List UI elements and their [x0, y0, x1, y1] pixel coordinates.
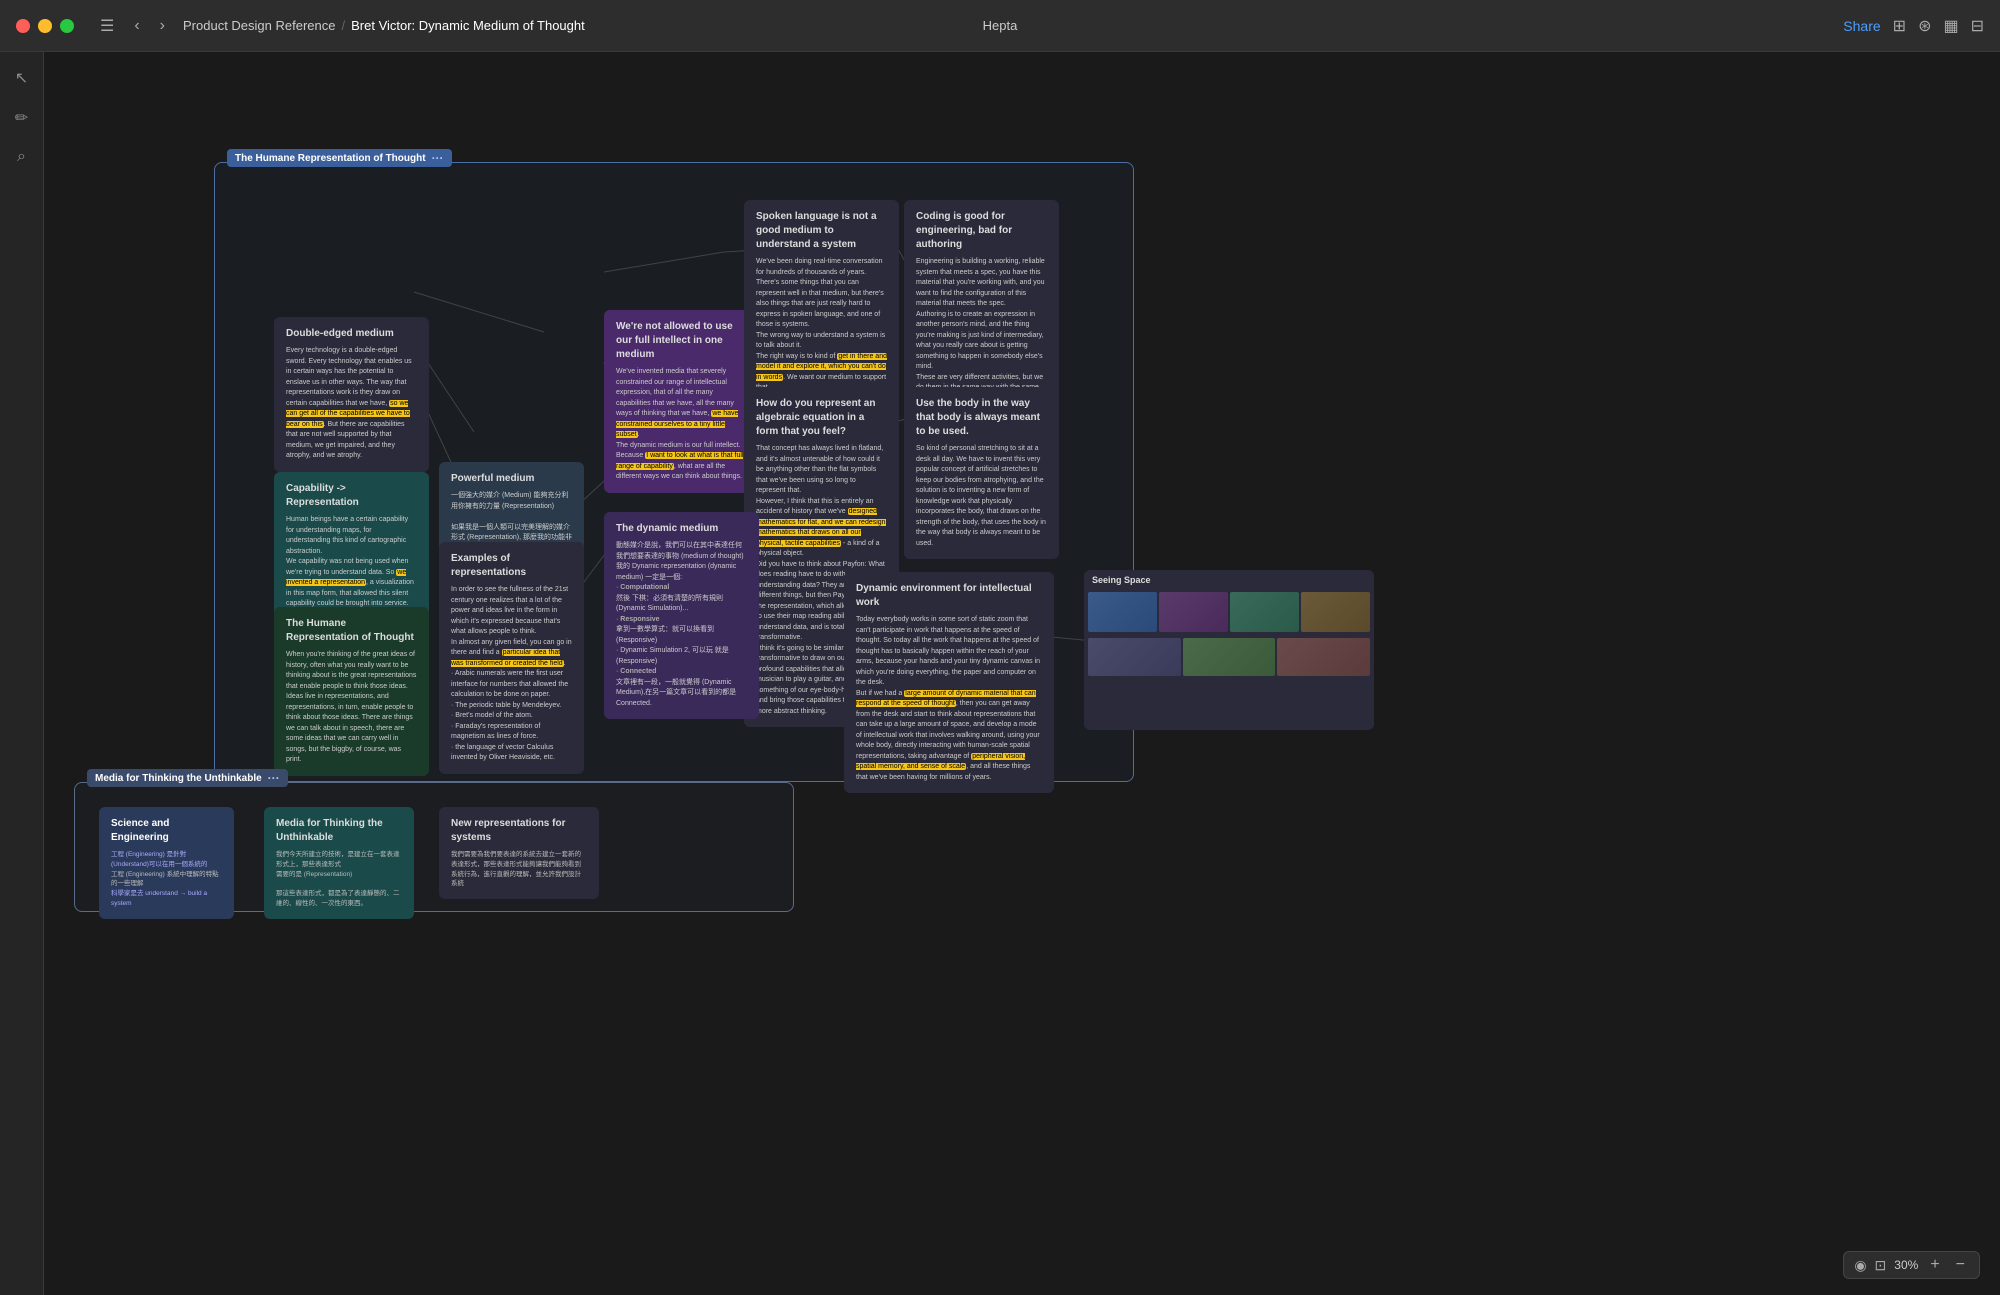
- node-not-allowed: We're not allowed to use our full intell…: [604, 310, 759, 493]
- minimize-button[interactable]: [38, 19, 52, 33]
- forward-button[interactable]: ›: [154, 13, 171, 39]
- node-examples-title: Examples of representations: [451, 552, 572, 580]
- node-humane-inner-text: When you're thinking of the great ideas …: [286, 650, 417, 766]
- node-use-body-title: Use the body in the way that body is alw…: [916, 397, 1047, 439]
- node-dynamic-env-text: Today everybody works in some sort of st…: [856, 615, 1042, 783]
- ss-img-5: [1088, 638, 1181, 676]
- close-button[interactable]: [16, 19, 30, 33]
- seeing-space-card: Seeing Space: [1084, 570, 1374, 730]
- node-science-eng: Science and Engineering 工程 (Engineering)…: [99, 807, 234, 919]
- node-dynamic-text: 動態媒介是說，我們可以在其中表達任何我們想要表達的事物 (medium of t…: [616, 541, 747, 709]
- traffic-lights: [16, 19, 74, 33]
- zoom-level: 30%: [1894, 1258, 1918, 1272]
- grid-icon[interactable]: ⊟: [1971, 16, 1984, 36]
- node-examples-rep: Examples of representations In order to …: [439, 542, 584, 774]
- node-spoken-title: Spoken language is not a good medium to …: [756, 210, 887, 252]
- node-not-allowed-title: We're not allowed to use our full intell…: [616, 320, 747, 362]
- app-title: Hepta: [983, 18, 1018, 33]
- node-media-inner-text: 我們今天所建立的技術，是建立在一套表達形式上，那些表達形式 需要的是 (Repr…: [276, 850, 402, 909]
- layers-icon[interactable]: ⊛: [1918, 16, 1931, 36]
- seeing-space-img-2: [1159, 592, 1228, 632]
- node-powerful-title: Powerful medium: [451, 472, 572, 486]
- toolbar-right: Share ⊞ ⊛ ▦ ⊟: [1843, 16, 1984, 36]
- seeing-space-images: [1084, 590, 1374, 636]
- node-science-title: Science and Engineering: [111, 817, 222, 845]
- calendar-icon[interactable]: ▦: [1943, 16, 1958, 36]
- sidebar: ↖ ✏ ⌕: [0, 52, 44, 1295]
- node-double-edged-text: Every technology is a double-edged sword…: [286, 346, 417, 462]
- share-button[interactable]: Share: [1843, 18, 1880, 34]
- node-double-edged-title: Double-edged medium: [286, 327, 417, 341]
- node-use-body-text: So kind of personal stretching to sit at…: [916, 444, 1047, 549]
- node-use-body: Use the body in the way that body is alw…: [904, 387, 1059, 559]
- node-capability-title: Capability -> Representation: [286, 482, 417, 510]
- group2-dots[interactable]: ···: [268, 771, 280, 785]
- node-dynamic-env-title: Dynamic environment for intellectual wor…: [856, 582, 1042, 610]
- pen-icon[interactable]: ✏: [15, 108, 28, 128]
- node-double-edged: Double-edged medium Every technology is …: [274, 317, 429, 472]
- node-coding-title: Coding is good for engineering, bad for …: [916, 210, 1047, 252]
- node-examples-text: In order to see the fullness of the 21st…: [451, 585, 572, 764]
- group1-label: The Humane Representation of Thought ···: [227, 149, 452, 167]
- node-not-allowed-text: We've invented media that severely const…: [616, 367, 747, 483]
- ss-img-7: [1277, 638, 1370, 676]
- eye-icon[interactable]: ◉: [1854, 1257, 1866, 1274]
- node-new-reps-text: 我們需要為我們要表達的系統去建立一套新的表達形式，那些表達形式能夠讓我們能夠看到…: [451, 850, 587, 889]
- layout-icon[interactable]: ⊞: [1893, 16, 1906, 36]
- node-humane-rep-inner: The Humane Representation of Thought Whe…: [274, 607, 429, 776]
- back-button[interactable]: ‹: [128, 13, 145, 39]
- titlebar: ☰ ‹ › Product Design Reference / Bret Vi…: [0, 0, 2000, 52]
- seeing-space-title: Seeing Space: [1084, 570, 1374, 590]
- seeing-space-images-row2: [1084, 636, 1374, 680]
- node-science-text: 工程 (Engineering) 是針對 (Understand)可以在用一個系…: [111, 850, 222, 909]
- node-dynamic-title: The dynamic medium: [616, 522, 747, 536]
- node-media-inner-title: Media for Thinking the Unthinkable: [276, 817, 402, 845]
- node-dynamic-medium: The dynamic medium 動態媒介是說，我們可以在其中表達任何我們想…: [604, 512, 759, 719]
- node-media-inner: Media for Thinking the Unthinkable 我們今天所…: [264, 807, 414, 919]
- breadcrumb-separator: /: [341, 18, 345, 33]
- node-algebraic-title: How do you represent an algebraic equati…: [756, 397, 887, 439]
- maximize-button[interactable]: [60, 19, 74, 33]
- ss-img-6: [1183, 638, 1276, 676]
- canvas: The Humane Representation of Thought ···…: [44, 52, 2000, 1295]
- breadcrumb-current: Bret Victor: Dynamic Medium of Thought: [351, 18, 585, 33]
- group2-label: Media for Thinking the Unthinkable ···: [87, 769, 288, 787]
- zoom-out-button[interactable]: −: [1952, 1256, 1969, 1274]
- node-spoken-language: Spoken language is not a good medium to …: [744, 200, 899, 404]
- node-spoken-text: We've been doing real-time conversation …: [756, 257, 887, 394]
- breadcrumb-parent[interactable]: Product Design Reference: [183, 18, 335, 33]
- node-new-reps: New representations for systems 我們需要為我們要…: [439, 807, 599, 899]
- node-new-reps-title: New representations for systems: [451, 817, 587, 845]
- fit-icon[interactable]: ⊡: [1875, 1257, 1887, 1274]
- node-humane-inner-title: The Humane Representation of Thought: [286, 617, 417, 645]
- zoom-in-button[interactable]: +: [1926, 1256, 1943, 1274]
- cursor-icon[interactable]: ↖: [15, 68, 28, 88]
- node-dynamic-env: Dynamic environment for intellectual wor…: [844, 572, 1054, 793]
- group1-dots[interactable]: ···: [432, 151, 444, 165]
- breadcrumb: Product Design Reference / Bret Victor: …: [183, 18, 585, 33]
- zoom-controls: ◉ ⊡ 30% + −: [1843, 1251, 1980, 1279]
- seeing-space-img-3: [1230, 592, 1299, 632]
- seeing-space-img-1: [1088, 592, 1157, 632]
- seeing-space-img-4: [1301, 592, 1370, 632]
- menu-button[interactable]: ☰: [94, 12, 120, 40]
- nav-controls: ☰ ‹ ›: [94, 12, 171, 40]
- search-icon[interactable]: ⌕: [17, 148, 26, 166]
